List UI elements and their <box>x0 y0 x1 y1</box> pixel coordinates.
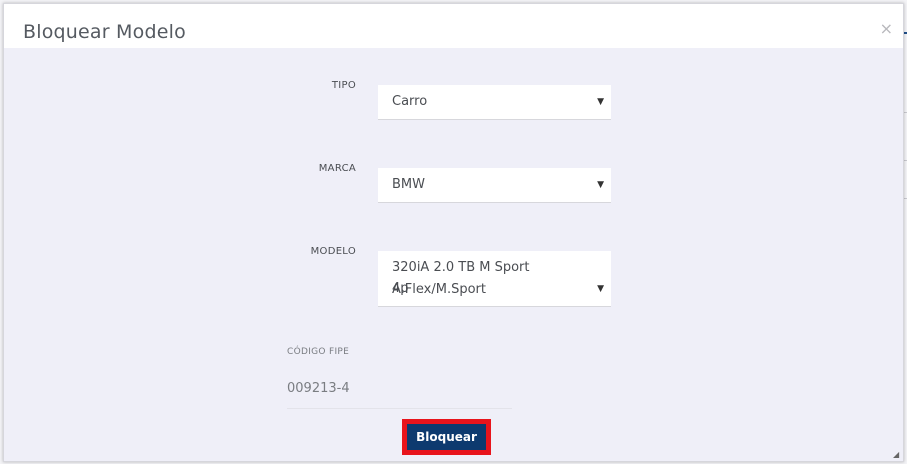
chevron-down-icon: ▼ <box>597 97 604 107</box>
modelo-select-value-line1: 320iA 2.0 TB M Sport A.Flex/M.Sport <box>392 260 530 297</box>
modelo-select[interactable]: 320iA 2.0 TB M Sport A.Flex/M.Sport 4p ▼ <box>378 251 611 307</box>
close-icon[interactable]: × <box>880 21 893 37</box>
chevron-down-icon: ▼ <box>597 284 604 294</box>
tipo-select-value: Carro <box>392 94 428 109</box>
codigo-fipe-label: CÓDIGO FIPE <box>287 347 350 357</box>
resize-handle-icon[interactable]: ◢ <box>893 451 901 459</box>
chevron-down-icon: ▼ <box>597 180 604 190</box>
bloquear-button[interactable]: Bloquear <box>407 424 486 450</box>
codigo-fipe-value: 009213-4 <box>287 381 350 396</box>
modal-header: Bloquear Modelo × <box>4 4 903 48</box>
modal-title: Bloquear Modelo <box>23 21 186 43</box>
marca-select[interactable]: BMW ▼ <box>378 168 611 203</box>
block-model-modal: Bloquear Modelo × TIPO Carro ▼ MARCA BMW… <box>3 3 904 462</box>
modelo-select-value-line2: 4p <box>392 281 409 296</box>
marca-select-value: BMW <box>392 177 425 192</box>
tipo-label: TIPO <box>331 80 356 91</box>
modelo-label: MODELO <box>310 246 356 257</box>
codigo-fipe-underline <box>287 408 512 409</box>
page-background: Bloquear Modelo × TIPO Carro ▼ MARCA BMW… <box>0 0 907 464</box>
highlight-box: Bloquear <box>402 419 491 455</box>
marca-label: MARCA <box>318 163 356 174</box>
tipo-select[interactable]: Carro ▼ <box>378 85 611 120</box>
